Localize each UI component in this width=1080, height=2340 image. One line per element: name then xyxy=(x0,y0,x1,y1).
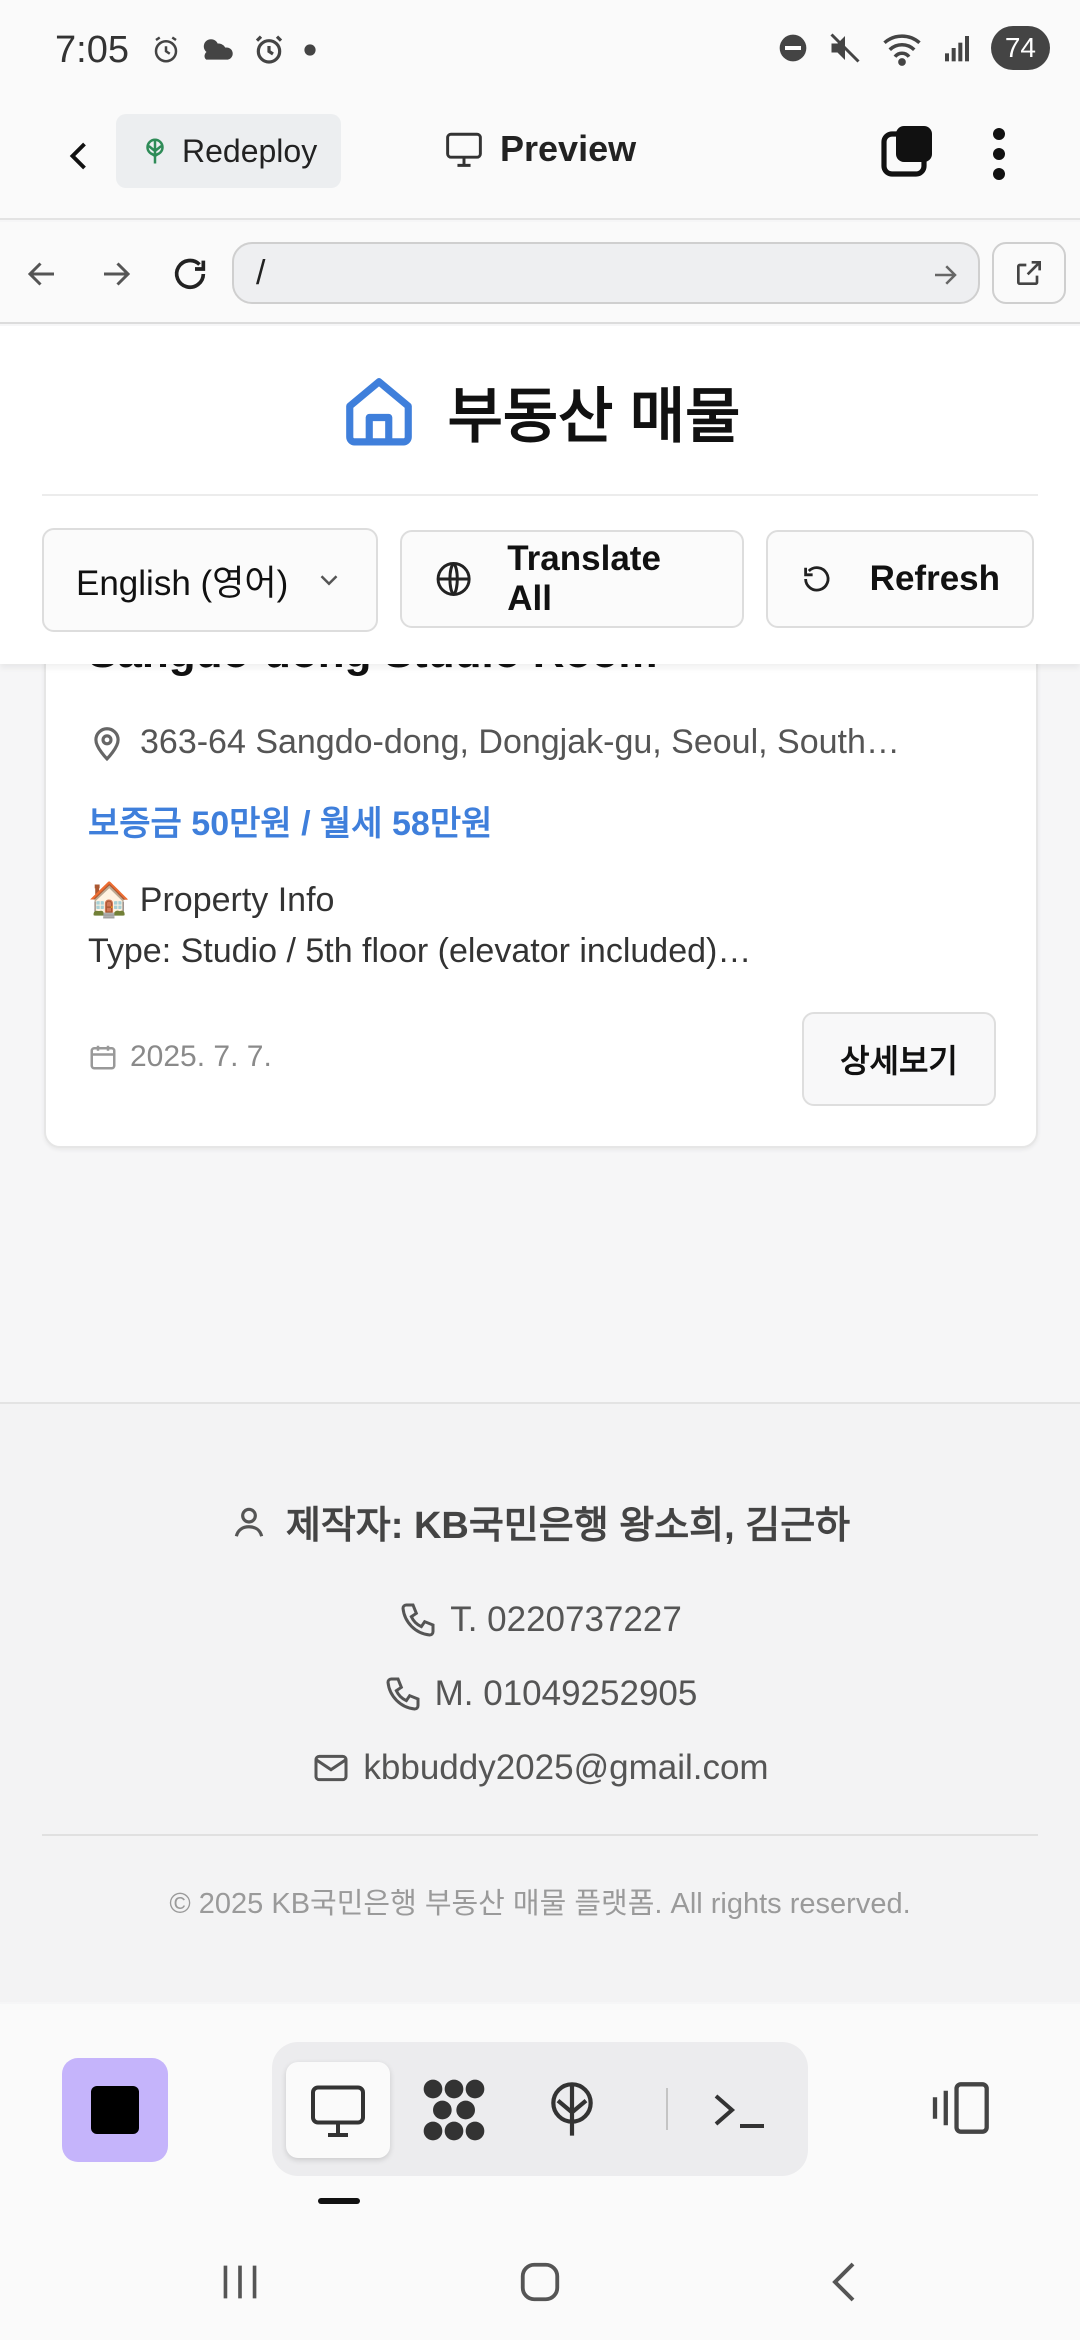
page-title: 부동산 매물 xyxy=(447,382,741,450)
arrow-left-icon xyxy=(27,262,54,286)
listing-price: 보증금 50만원 / 월세 58만원 xyxy=(88,805,493,843)
battery-indicator: 74 xyxy=(990,26,1050,70)
email-text: kbbuddy2025@gmail.com xyxy=(363,1748,769,1787)
home-nav-icon xyxy=(520,2262,560,2302)
deploy-icon xyxy=(551,2082,593,2136)
console-tool[interactable] xyxy=(688,2062,792,2158)
panel-icon xyxy=(932,2082,989,2134)
mute-icon xyxy=(830,33,860,63)
browser-forward-button[interactable] xyxy=(94,252,138,296)
listing-address: 363-64 Sangdo-dong, Dongjak-gu, Seoul, S… xyxy=(88,723,900,762)
terminal-icon xyxy=(714,2094,764,2128)
nodes-icon xyxy=(423,2079,485,2141)
language-select-value: English (영어) xyxy=(76,563,289,603)
back-nav-icon xyxy=(832,2262,855,2302)
web-content: Sangdo-dong Studio Room 363-64 Sangdo-do… xyxy=(0,326,1080,2002)
tabs-button[interactable] xyxy=(880,124,936,185)
back-button[interactable] xyxy=(50,126,110,186)
workflow-tool[interactable] xyxy=(402,2062,506,2158)
listing-date: 2025. 7. 7. xyxy=(88,1040,272,1074)
phone-icon-2 xyxy=(386,1677,420,1711)
home-button[interactable] xyxy=(500,2250,580,2314)
footer-author: 제작자: KB국민은행 왕소희, 김근하 xyxy=(0,1494,1080,1549)
footer-phone[interactable]: T. 0220737227 xyxy=(0,1600,1080,1640)
mail-icon xyxy=(314,1754,348,1782)
property-info-text: Type: Studio / 5th floor (elevator inclu… xyxy=(88,932,752,970)
system-nav-bar xyxy=(0,2224,1080,2340)
map-pin-icon xyxy=(94,726,120,761)
monitor-icon-tool xyxy=(311,2085,365,2137)
more-vertical-icon xyxy=(993,128,1005,180)
system-back-button[interactable] xyxy=(804,2250,884,2314)
open-external-button[interactable] xyxy=(992,242,1066,304)
mobile-text: M. 01049252905 xyxy=(434,1674,698,1713)
preview-tool[interactable] xyxy=(286,2062,390,2158)
phone-text: T. 0220737227 xyxy=(450,1600,682,1639)
recents-icon xyxy=(223,2265,257,2299)
alarm-icon-2 xyxy=(255,35,283,64)
translate-all-label: Translate All xyxy=(507,539,661,618)
bottom-toolbar xyxy=(0,2004,1080,2224)
reload-icon xyxy=(174,258,206,290)
footer-mobile[interactable]: M. 01049252905 xyxy=(0,1674,1080,1714)
chevron-down-icon xyxy=(320,575,338,586)
preview-label: Preview xyxy=(500,128,637,169)
status-time: 7:05 xyxy=(55,28,129,71)
chevron-left-icon xyxy=(69,142,86,170)
url-bar: / xyxy=(0,222,1080,324)
app-header: Redeploy Preview xyxy=(0,100,1080,220)
globe-icon xyxy=(436,562,471,596)
preview-tab[interactable]: Preview xyxy=(444,128,636,170)
layout-toggle-button[interactable] xyxy=(930,2080,996,2141)
recents-button[interactable] xyxy=(200,2250,280,2314)
title-divider xyxy=(42,494,1038,496)
wifi-icon xyxy=(883,34,921,66)
tool-separator xyxy=(666,2088,668,2130)
deploy-tool[interactable] xyxy=(520,2062,624,2158)
tool-group xyxy=(272,2042,808,2176)
more-menu-button[interactable] xyxy=(984,124,1014,189)
weather-icon xyxy=(203,39,233,60)
stop-button[interactable] xyxy=(62,2058,168,2162)
page-header: 부동산 매물 English (영어) Translate All Refres… xyxy=(0,326,1080,664)
redeploy-button[interactable]: Redeploy xyxy=(116,114,342,188)
user-icon xyxy=(234,1507,264,1537)
go-arrow-icon[interactable] xyxy=(930,260,960,290)
signal-icon xyxy=(944,36,969,62)
monitor-icon xyxy=(446,132,482,167)
arrow-right-icon xyxy=(104,262,131,286)
status-bar: 7:05 74 xyxy=(0,0,1080,100)
footer-email[interactable]: kbbuddy2025@gmail.com xyxy=(0,1748,1080,1788)
url-text: / xyxy=(256,253,266,292)
dnd-icon xyxy=(779,34,807,62)
page-footer: 제작자: KB국민은행 왕소희, 김근하 T. 0220737227 M. 01… xyxy=(0,1402,1080,2002)
property-info-heading: 🏠 Property Info xyxy=(88,881,335,919)
home-icon xyxy=(345,378,412,446)
refresh-label: Refresh xyxy=(869,559,1000,598)
stop-icon xyxy=(91,2086,139,2134)
calendar-icon xyxy=(90,1045,116,1070)
view-details-button[interactable]: 상세보기 xyxy=(802,1012,996,1106)
language-select[interactable]: English (영어) xyxy=(42,528,378,632)
active-tool-indicator xyxy=(318,2198,360,2204)
refresh-button[interactable]: Refresh xyxy=(766,530,1034,628)
tabs-icon xyxy=(881,126,932,177)
redeploy-icon xyxy=(146,138,164,164)
url-input[interactable]: / xyxy=(232,242,980,304)
footer-divider xyxy=(42,1834,1038,1836)
browser-back-button[interactable] xyxy=(20,252,64,296)
phone-icon xyxy=(401,1603,435,1637)
date-text: 2025. 7. 7. xyxy=(130,1040,272,1073)
translate-all-button[interactable]: Translate All xyxy=(400,530,744,628)
reload-button[interactable] xyxy=(168,252,212,296)
external-link-icon xyxy=(1017,261,1041,285)
redeploy-label: Redeploy xyxy=(182,132,318,169)
alarm-icon xyxy=(154,36,178,63)
address-text: 363-64 Sangdo-dong, Dongjak-gu, Seoul, S… xyxy=(140,723,900,761)
dot-icon xyxy=(304,44,316,56)
copyright-text: © 2025 KB국민은행 부동산 매물 플랫폼. All rights res… xyxy=(169,1888,911,1920)
rotate-ccw-icon xyxy=(804,566,830,592)
author-text: 제작자: KB국민은행 왕소희, 김근하 xyxy=(285,1505,851,1547)
